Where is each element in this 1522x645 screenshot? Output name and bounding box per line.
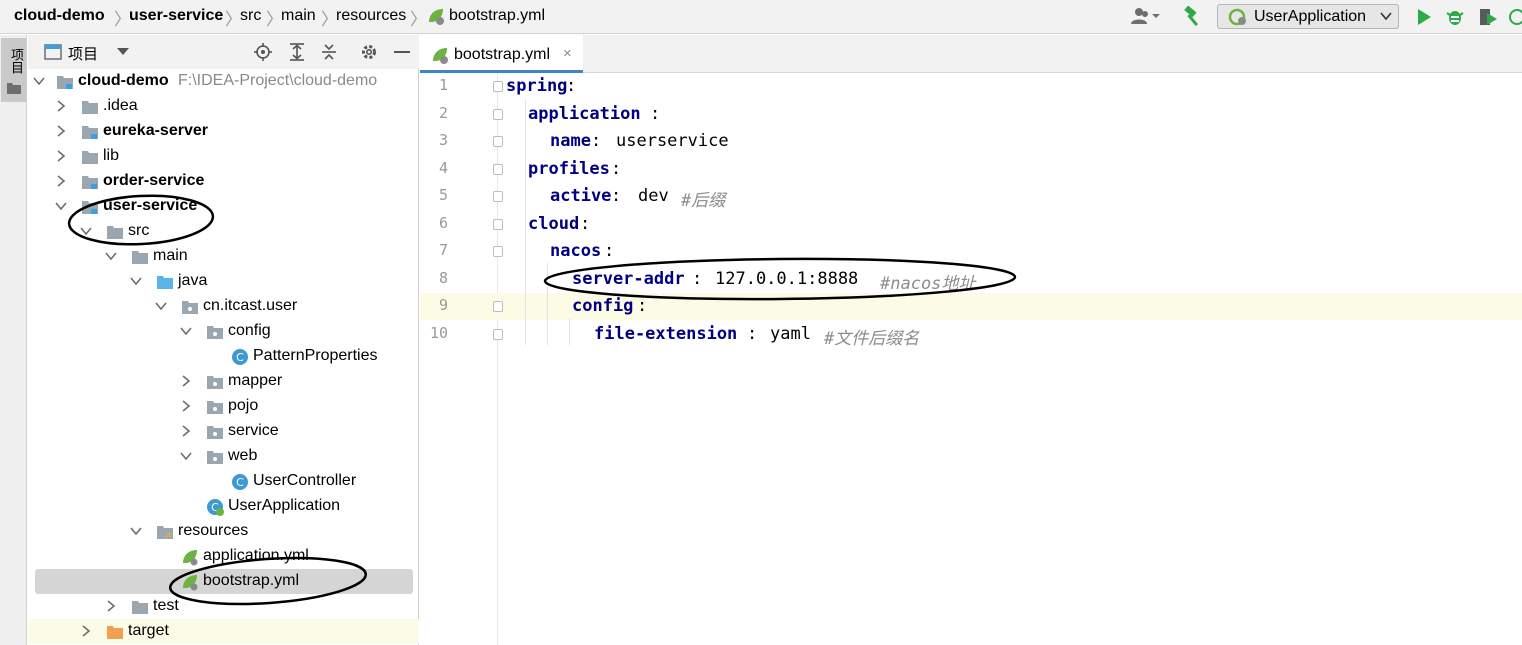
tab-label: bootstrap.yml [454,46,551,63]
project-tool-tab-label: 项目 [9,48,24,74]
profiler-icon[interactable] [1508,7,1522,27]
tab-bootstrap-yml[interactable]: bootstrap.yml × [420,35,583,73]
folder-icon [7,82,21,94]
editor-tab-bar: bootstrap.yml × [420,35,1522,73]
breadcrumb-cloud-demo[interactable]: cloud-demo [14,7,105,25]
run-icon[interactable] [1416,8,1432,26]
breadcrumb-separator: 〉 [410,10,427,29]
spring-boot-icon [1228,8,1248,26]
breadcrumb-resources[interactable]: resources [336,7,406,25]
run-with-coverage-icon[interactable] [1478,7,1500,27]
spring-yaml-icon [430,45,450,65]
navigation-bar: cloud-demo 〉 user-service 〉 src 〉 main 〉… [0,0,1522,34]
project-panel: 项目 cloud-demo F:\IDEA-Project\cloud-demo… [28,35,419,645]
breadcrumb-user-service[interactable]: user-service [129,7,223,25]
user-account-icon[interactable] [1130,6,1164,28]
code-area[interactable]: 1 spring: 2 application: 3 name: userser… [420,73,1522,645]
debug-bug-icon[interactable] [1445,7,1465,27]
chevron-down-icon [1380,10,1392,22]
annotation-ellipse-user-service [67,194,215,246]
annotation-ellipse-bootstrap [168,556,368,606]
build-hammer-icon[interactable] [1182,6,1204,28]
close-icon[interactable]: × [563,45,572,62]
tool-window-strip: 项目 [0,35,27,645]
project-tool-tab[interactable]: 项目 [1,38,26,102]
breadcrumb-bootstrap-yml[interactable]: bootstrap.yml [449,7,545,25]
breadcrumb-src[interactable]: src [240,7,261,25]
run-configuration-label: UserApplication [1254,8,1367,25]
code-editor: bootstrap.yml × 1 spring: 2 application:… [420,35,1522,645]
annotation-overlay [67,194,368,606]
spring-yaml-icon [426,6,446,26]
breadcrumb-main[interactable]: main [281,7,316,25]
annotation-overlay [543,257,1017,301]
run-configuration-selector[interactable]: UserApplication [1217,4,1399,29]
annotation-ellipse-server-addr [543,257,1017,301]
